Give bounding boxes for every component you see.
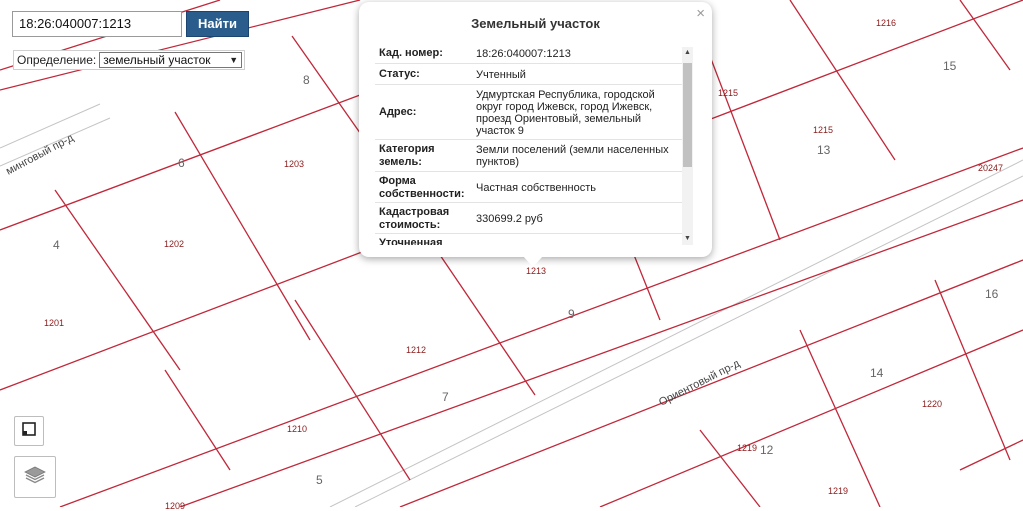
parcel-line	[934, 279, 1011, 461]
attr-key: Статус:	[379, 68, 420, 80]
parcel-line	[164, 369, 231, 471]
parcel-id: 1202	[164, 239, 185, 249]
attr-value: Удмуртская Республика, городской округ г…	[476, 88, 655, 137]
parcel-line	[699, 29, 781, 241]
definition-row: Определение: земельный участок ▼	[13, 50, 246, 70]
lot-number: 12	[760, 443, 774, 457]
attr-value: Частная собственность	[476, 181, 597, 194]
parcel-line	[959, 0, 1011, 71]
lot-number: 5	[316, 473, 323, 487]
attr-key: Уточненная площадь:	[379, 236, 443, 246]
layers-button[interactable]	[14, 456, 56, 498]
popup-attributes: Кад. номер: 18:26:040007:1213 Статус: Уч…	[375, 43, 682, 245]
attr-key: Кад. номер:	[379, 47, 443, 59]
find-button[interactable]: Найти	[186, 11, 249, 37]
attr-key: Форма собственности:	[379, 174, 465, 200]
attr-value: 18:26:040007:1213	[476, 47, 571, 60]
attr-value: 330699.2 руб	[476, 212, 543, 225]
lot-number: 14	[870, 366, 884, 380]
parcel-id: 1215	[813, 125, 834, 135]
parcel-id: 1219	[828, 486, 849, 496]
lot-number: 16	[985, 287, 999, 301]
lot-number: 7	[442, 390, 449, 404]
attr-row: Кадастровая стоимость: 330699.2 руб	[375, 203, 682, 234]
definition-label: Определение:	[17, 53, 97, 67]
close-icon[interactable]: ×	[696, 5, 705, 22]
parcel-line	[959, 439, 1023, 471]
popup-title: Земельный участок	[471, 16, 600, 31]
parcel-id: 20247	[978, 163, 1004, 173]
parcel-id: 1201	[44, 318, 65, 328]
popup-scrollbar[interactable]: ▲ ▼	[682, 47, 693, 245]
parcel-id: 1203	[284, 159, 305, 169]
popup-pointer	[523, 256, 543, 267]
parcel-info-popup: Земельный участок × Кад. номер: 18:26:04…	[359, 2, 712, 257]
definition-selected-value: земельный участок	[103, 53, 211, 67]
attr-row: Кад. номер: 18:26:040007:1213	[375, 43, 682, 64]
full-extent-icon	[21, 421, 37, 442]
layers-icon	[23, 463, 47, 492]
parcel-id: 1216	[876, 18, 897, 28]
attr-row: Статус: Учтенный	[375, 64, 682, 85]
dropdown-arrow-icon: ▼	[229, 55, 239, 65]
parcel-line	[291, 35, 366, 141]
parcel-id: 1220	[922, 399, 943, 409]
attr-row: Уточненная площадь: 1040 кв.м	[375, 234, 682, 246]
attr-key: Адрес:	[379, 106, 417, 118]
parcel-id-selected: 1213	[526, 266, 547, 276]
search-input[interactable]: 18:26:040007:1213	[12, 11, 182, 37]
parcel-line	[54, 189, 181, 371]
parcel-id: 1210	[287, 424, 308, 434]
full-extent-button[interactable]	[14, 416, 44, 446]
scroll-down-icon[interactable]: ▼	[682, 233, 693, 245]
scroll-up-icon[interactable]: ▲	[682, 47, 693, 59]
parcel-id: 1219	[737, 443, 758, 453]
attr-row: Адрес: Удмуртская Республика, городской …	[375, 85, 682, 140]
attr-value: Земли поселений (земли населенных пункто…	[476, 144, 669, 168]
attr-key: Кадастровая стоимость:	[379, 205, 450, 231]
lot-number: 6	[178, 156, 185, 170]
lot-number: 4	[53, 238, 60, 252]
parcel-id: 1215	[718, 88, 739, 98]
attr-value: Учтенный	[476, 68, 526, 81]
lot-number: 9	[568, 307, 575, 321]
attr-key: Категория земель:	[379, 143, 435, 168]
parcel-line	[174, 111, 311, 341]
lot-number: 15	[943, 59, 957, 73]
definition-select[interactable]: земельный участок ▼	[99, 52, 243, 68]
attr-value: 1040 кв.м	[472, 234, 682, 246]
parcel-line	[699, 429, 761, 507]
lot-number: 8	[303, 73, 310, 87]
parcel-id: 1209	[165, 501, 186, 511]
lot-number: 13	[817, 143, 831, 157]
parcel-line	[294, 299, 411, 481]
parcel-id: 1212	[406, 345, 427, 355]
parcel-line	[439, 254, 536, 396]
attr-row: Категория земель: Земли поселений (земли…	[375, 140, 682, 172]
scroll-thumb[interactable]	[683, 63, 692, 167]
attr-row: Форма собственности: Частная собственнос…	[375, 172, 682, 203]
